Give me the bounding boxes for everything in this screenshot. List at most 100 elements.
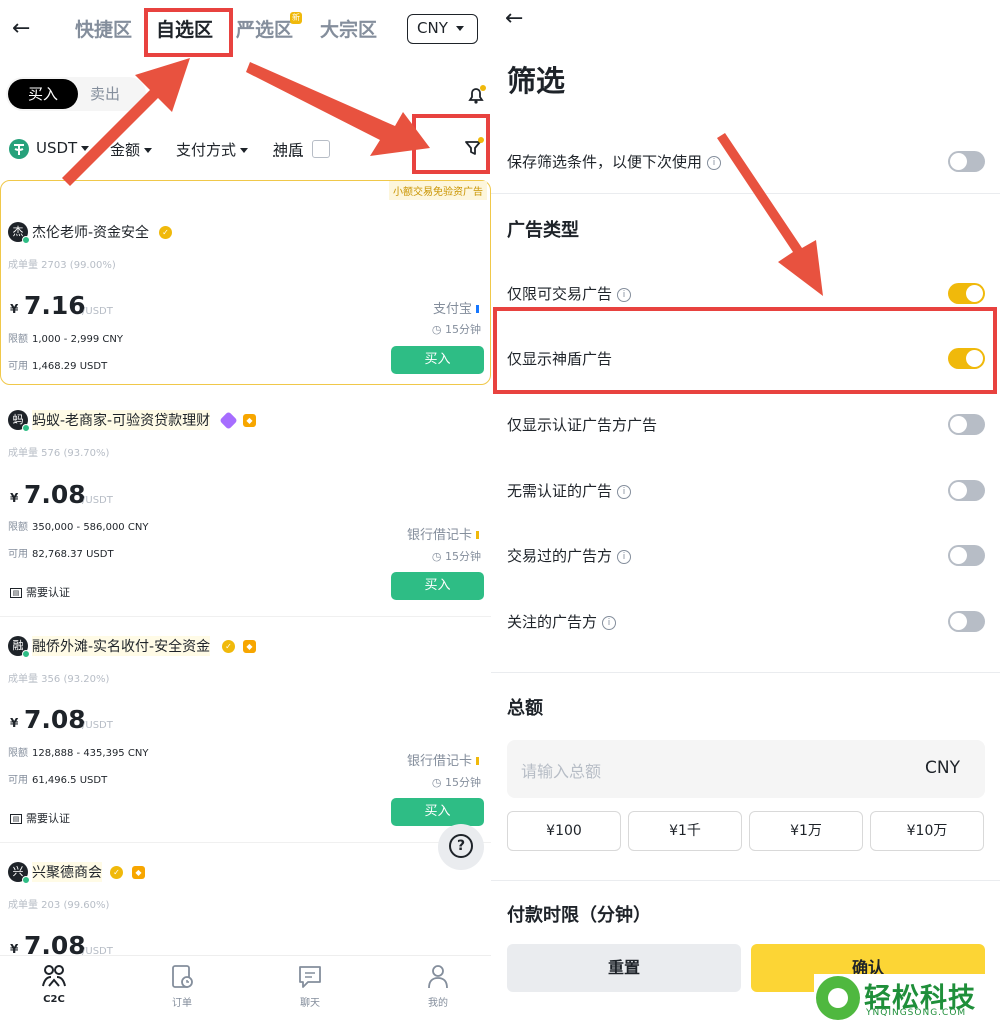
verification-required: ▤ 需要认证 bbox=[10, 810, 70, 826]
info-icon[interactable]: i bbox=[617, 484, 632, 499]
currency-symbol: ¥ bbox=[10, 491, 19, 505]
price-unit: /USDT bbox=[82, 306, 113, 317]
payment-method-label: 银行借记卡 bbox=[406, 528, 472, 543]
limit-value: 128,888 - 435,395 CNY bbox=[32, 748, 149, 759]
payment-method: 银行借记卡 bbox=[407, 524, 479, 543]
available-label: 可用 bbox=[8, 549, 28, 560]
merchant-name[interactable]: 融侨外滩-实名收付-安全资金 bbox=[32, 636, 211, 656]
ad-type-row: 无需认证的广告 i bbox=[507, 480, 632, 501]
chat-icon bbox=[299, 966, 321, 988]
merchant-name[interactable]: 蚂蚁-老商家-可验资贷款理财 bbox=[32, 410, 211, 430]
total-heading: 总额 bbox=[507, 698, 543, 719]
nav-orders[interactable]: 订单 bbox=[152, 964, 212, 1009]
pay-time: ◷ 15分钟 bbox=[432, 774, 481, 790]
limit-label: 限额 bbox=[8, 748, 28, 759]
divider bbox=[0, 616, 491, 617]
ad-type-label: 交易过的广告方 bbox=[507, 547, 613, 565]
clock-icon: ◷ bbox=[431, 323, 445, 336]
payment-method: 银行借记卡 bbox=[407, 750, 479, 769]
buy-button[interactable]: 买入 bbox=[391, 346, 484, 374]
payment-method: 支付宝 bbox=[433, 298, 479, 317]
certified-only-toggle[interactable] bbox=[948, 414, 985, 435]
online-dot bbox=[22, 236, 30, 244]
id-card-icon: ▤ bbox=[10, 814, 22, 824]
avatar-text: 杰 bbox=[12, 225, 24, 238]
limit-row: 限额 128,888 - 435,395 CNY bbox=[8, 744, 148, 759]
online-dot bbox=[22, 424, 30, 432]
clock-icon: ◷ bbox=[431, 776, 445, 789]
ad-type-row: 仅显示认证广告方广告 bbox=[507, 414, 657, 435]
watermark: 轻松科技 YNQINGSONG.COM bbox=[814, 974, 1000, 1022]
pay-time-value: 15分钟 bbox=[445, 550, 481, 563]
total-currency: CNY bbox=[925, 758, 960, 778]
nav-label: 聊天 bbox=[300, 998, 320, 1009]
buy-button[interactable]: 买入 bbox=[391, 798, 484, 826]
verification-required: ▤ 需要认证 bbox=[10, 584, 70, 600]
payment-color-bar bbox=[476, 531, 479, 539]
amount-chip[interactable]: ¥1千 bbox=[628, 811, 742, 851]
amount-chip[interactable]: ¥100 bbox=[507, 811, 621, 851]
buy-button[interactable]: 买入 bbox=[391, 572, 484, 600]
currency-symbol: ¥ bbox=[10, 302, 19, 316]
limit-value: 350,000 - 586,000 CNY bbox=[32, 522, 149, 533]
followed-toggle[interactable] bbox=[948, 611, 985, 632]
verified-badge-icon: ✓ bbox=[222, 640, 235, 653]
pay-time-value: 15分钟 bbox=[445, 776, 481, 789]
reset-button[interactable]: 重置 bbox=[507, 944, 741, 992]
divider bbox=[491, 672, 1000, 673]
no-verification-toggle[interactable] bbox=[948, 480, 985, 501]
available-value: 61,496.5 USDT bbox=[32, 775, 108, 786]
traded-before-toggle[interactable] bbox=[948, 545, 985, 566]
people-icon bbox=[42, 965, 66, 987]
limit-row: 限额 1,000 - 2,999 CNY bbox=[8, 330, 123, 345]
payment-color-bar bbox=[476, 305, 479, 313]
verified-badge-icon: ✓ bbox=[159, 226, 172, 239]
avatar-text: 兴 bbox=[12, 865, 24, 878]
verified-badge-icon: ✓ bbox=[110, 866, 123, 879]
pay-time: ◷ 15分钟 bbox=[432, 548, 481, 564]
limit-value: 1,000 - 2,999 CNY bbox=[32, 334, 123, 345]
nav-profile[interactable]: 我的 bbox=[408, 964, 468, 1009]
avatar-text: 融 bbox=[12, 639, 24, 652]
profile-icon bbox=[428, 965, 448, 989]
payment-color-bar bbox=[476, 757, 479, 765]
ad-type-label: 关注的广告方 bbox=[507, 613, 598, 631]
verification-label: 需要认证 bbox=[26, 586, 70, 599]
available-label: 可用 bbox=[8, 361, 28, 372]
avatar: 蚂 bbox=[8, 410, 30, 432]
amount-chip[interactable]: ¥1万 bbox=[749, 811, 863, 851]
highlight-box-shield bbox=[493, 307, 997, 394]
info-icon[interactable]: i bbox=[602, 615, 617, 630]
currency-symbol: ¥ bbox=[10, 716, 19, 730]
available-row: 可用 61,496.5 USDT bbox=[8, 771, 107, 786]
info-icon[interactable]: i bbox=[617, 549, 632, 564]
help-button[interactable]: ? bbox=[438, 824, 484, 870]
merchant-name[interactable]: 杰伦老师-资金安全 bbox=[32, 222, 149, 242]
trade-stats: 成单量 576 (93.70%) bbox=[8, 448, 110, 459]
bottom-nav: C2C 订单 聊天 我的 bbox=[0, 955, 491, 1022]
order-icon bbox=[172, 965, 193, 988]
nav-c2c[interactable]: C2C bbox=[24, 964, 84, 1005]
payment-method-label: 银行借记卡 bbox=[406, 754, 472, 769]
limit-row: 限额 350,000 - 586,000 CNY bbox=[8, 518, 148, 533]
nav-label: 订单 bbox=[172, 998, 192, 1009]
nav-label: 我的 bbox=[428, 998, 448, 1009]
merchant-name[interactable]: 兴聚德商会 bbox=[32, 862, 102, 882]
trade-stats: 成单量 203 (99.60%) bbox=[8, 900, 110, 911]
pay-time-value: 15分钟 bbox=[445, 323, 481, 336]
annotation-arrow bbox=[717, 133, 823, 296]
total-amount-input[interactable]: 请输入总额 CNY bbox=[507, 740, 985, 798]
p2p-market-panel: ← 快捷区 自选区 严选区 新 大宗区 CNY 买入 卖出 USDT 金额 支付… bbox=[0, 0, 491, 1022]
limit-label: 限额 bbox=[8, 522, 28, 533]
avatar: 杰 bbox=[8, 222, 30, 244]
amount-chip[interactable]: ¥10万 bbox=[870, 811, 984, 851]
ad-price: 7.08 bbox=[24, 705, 86, 734]
ad-type-label: 仅显示认证广告方广告 bbox=[507, 416, 658, 434]
currency-symbol: ¥ bbox=[10, 942, 19, 956]
shield-badge-icon: ◆ bbox=[243, 414, 256, 427]
filter-panel: ← 筛选 保存筛选条件，以便下次使用 i 广告类型 仅限可交易广告 i 仅显示神盾广… bbox=[491, 0, 1000, 1022]
avatar: 融 bbox=[8, 636, 30, 658]
available-value: 82,768.37 USDT bbox=[32, 549, 114, 560]
available-value: 1,468.29 USDT bbox=[32, 361, 108, 372]
nav-chat[interactable]: 聊天 bbox=[280, 964, 340, 1009]
